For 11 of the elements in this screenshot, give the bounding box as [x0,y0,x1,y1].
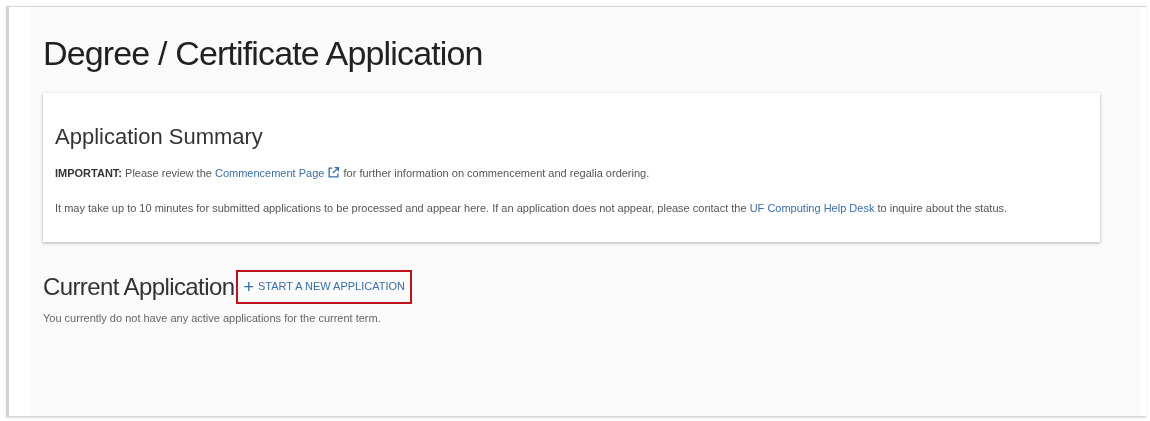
help-desk-link[interactable]: UF Computing Help Desk [749,201,875,214]
processing-text: It may take up to 10 minutes for submitted applications to be processed and appear here. If an application does not appear, please contact the UF Computing Help Desk to inquire about the status. [55,200,1009,216]
page-title: Degree / Certificate Application [43,33,484,73]
start-application-button[interactable]: + START A NEW APPLICATION [236,269,413,304]
external-link-icon [327,166,341,179]
notice-text: IMPORTANT: Please review the Commencement Page for further information on commencement and regalia ordering. [55,165,651,181]
plus-icon: + [243,277,254,296]
commencement-link[interactable]: Commencement Page [214,167,325,179]
no-applications-message: You currently do not have any active applications for the current term. [43,310,382,326]
summary-heading: Application Summary [55,123,264,151]
current-application-heading: Current Application [43,271,235,302]
